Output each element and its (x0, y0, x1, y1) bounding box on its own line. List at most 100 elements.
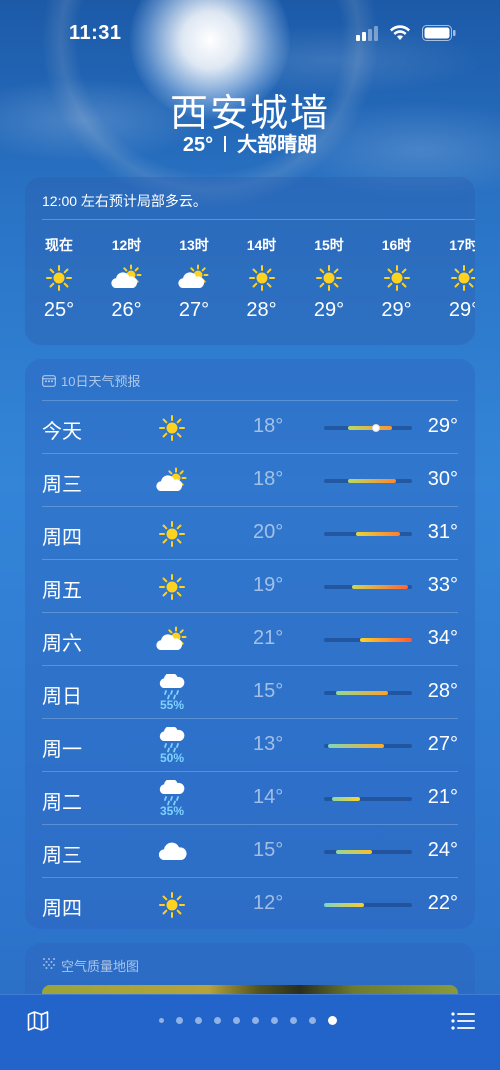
page-dot[interactable] (214, 1017, 221, 1024)
rain-icon: 55% (154, 666, 190, 719)
precip-chance: 50% (159, 750, 185, 765)
temp-range-bar (356, 532, 400, 536)
forecast-row[interactable]: 周四 12° 22° (42, 877, 458, 929)
temp-range-bar (328, 744, 384, 748)
temp-range-track (324, 797, 412, 801)
hour-item: 13时 27° (164, 235, 224, 322)
hour-item: 16时 29° (367, 235, 427, 322)
high-temp: 22° (427, 892, 458, 914)
forecast-day: 周四 (42, 898, 82, 920)
page-dot[interactable] (195, 1017, 202, 1024)
partly-cloudy-icon (154, 613, 190, 666)
page-dot[interactable] (309, 1017, 316, 1024)
high-temp: 28° (427, 680, 458, 702)
page-dot[interactable] (233, 1017, 240, 1024)
temp-range-bar (332, 797, 360, 801)
daily-title: 10日天气预报 (61, 374, 141, 389)
temp-range-bar (336, 691, 388, 695)
hour-label: 12时 (111, 237, 142, 253)
forecast-row[interactable]: 周三 18° 30° (42, 453, 458, 506)
page-dot[interactable] (252, 1017, 259, 1024)
sun-icon (154, 560, 190, 613)
forecast-row[interactable]: 周二 35% 14° 21° (42, 771, 458, 824)
hour-label: 14时 (246, 237, 277, 253)
low-temp: 12° (253, 892, 284, 914)
daily-header: 10日天气预报 (42, 371, 140, 390)
forecast-day: 周三 (42, 474, 82, 496)
low-temp: 14° (253, 786, 284, 808)
high-temp: 21° (427, 786, 458, 808)
forecast-row[interactable]: 周三 15° 24° (42, 824, 458, 877)
forecast-day: 周一 (42, 739, 82, 761)
low-temp: 19° (253, 574, 284, 596)
temp-range-track (324, 638, 412, 642)
sun-icon (154, 878, 190, 929)
sun-icon (154, 401, 190, 454)
forecast-day: 周六 (42, 633, 82, 655)
forecast-row[interactable]: 周四 20° 31° (42, 506, 458, 559)
page-dot[interactable] (271, 1017, 278, 1024)
high-temp: 33° (427, 574, 458, 596)
hourly-summary: 12:00 左右预计局部多云。 (42, 193, 207, 209)
temp-range-bar (324, 903, 364, 907)
page-dot[interactable] (176, 1017, 183, 1024)
low-temp: 20° (253, 521, 284, 543)
current-temp-marker (372, 424, 380, 432)
page-dot-active[interactable] (328, 1016, 337, 1025)
hour-label: 17时 (449, 237, 475, 253)
temp-range-bar (348, 426, 392, 430)
forecast-row[interactable]: 周六 21° 34° (42, 612, 458, 665)
page-indicator[interactable] (159, 1016, 349, 1025)
hour-temp: 27° (178, 299, 210, 321)
rain-icon: 50% (154, 719, 190, 772)
low-temp: 18° (253, 415, 284, 437)
temp-range-track (324, 903, 412, 907)
high-temp: 29° (427, 415, 458, 437)
forecast-day: 周日 (42, 686, 82, 708)
hour-label: 16时 (381, 237, 412, 253)
hour-temp: 29° (313, 299, 345, 321)
hour-temp: 29° (381, 299, 412, 321)
map-icon[interactable] (27, 1010, 49, 1032)
current-temp: 25° (182, 134, 214, 156)
aqi-title: 空气质量地图 (61, 959, 140, 974)
hour-temp: 25° (43, 299, 75, 321)
cellular-signal-icon (356, 26, 378, 41)
ten-day-forecast-card[interactable]: 10日天气预报 今天 18° 29° 周三 18° 30° 周四 20° 31° 周五… (25, 359, 475, 929)
hour-item: 17时 29° (434, 235, 475, 322)
forecast-row[interactable]: 周一 50% 13° 27° (42, 718, 458, 771)
hour-temp: 29° (448, 299, 475, 321)
sun-icon (434, 263, 475, 293)
forecast-day: 周二 (42, 792, 82, 814)
hour-label: 13时 (179, 237, 209, 253)
page-dot[interactable] (159, 1018, 164, 1023)
status-time: 11:31 (69, 22, 122, 44)
current-condition: 大部晴朗 (237, 134, 318, 156)
forecast-day: 周五 (42, 580, 82, 602)
forecast-day: 周四 (42, 527, 82, 549)
temp-range-bar (336, 850, 372, 854)
list-icon[interactable] (451, 1010, 475, 1032)
page-dot[interactable] (290, 1017, 297, 1024)
high-temp: 27° (427, 733, 458, 755)
partly-cloudy-icon (97, 263, 157, 293)
hourly-forecast-card[interactable]: 12:00 左右预计局部多云。 现在 25° 12时 26° 13时 27° 14时 … (25, 177, 475, 345)
forecast-row[interactable]: 周日 55% 15° 28° (42, 665, 458, 718)
rain-icon: 35% (154, 772, 190, 825)
low-temp: 15° (253, 680, 284, 702)
sun-icon (367, 263, 427, 293)
temp-range-track (324, 585, 412, 589)
temp-range-track (324, 532, 412, 536)
forecast-row[interactable]: 周五 19° 33° (42, 559, 458, 612)
temp-range-track (324, 744, 412, 748)
forecast-day: 周三 (42, 845, 82, 867)
cloud-icon (154, 825, 190, 878)
temp-range-track (324, 479, 412, 483)
sun-icon (154, 507, 190, 560)
high-temp: 24° (427, 839, 458, 861)
forecast-row[interactable]: 今天 18° 29° (42, 400, 458, 453)
bottom-toolbar (0, 994, 500, 1070)
sun-icon (299, 263, 359, 293)
aqi-header: 空气质量地图 (42, 956, 139, 975)
divider (42, 219, 475, 220)
